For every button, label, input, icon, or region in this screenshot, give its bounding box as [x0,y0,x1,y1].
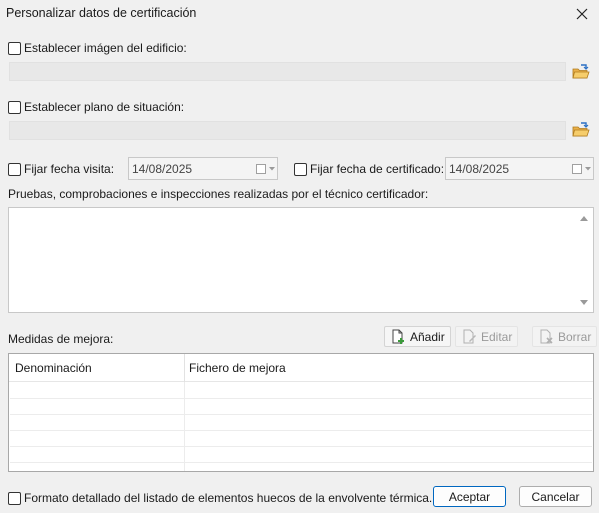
close-icon [576,8,588,19]
tests-label: Pruebas, comprobaciones e inspecciones r… [8,187,429,201]
column-header-name[interactable]: Denominación [15,361,92,375]
column-header-file[interactable]: Fichero de mejora [189,361,286,375]
building-image-label: Establecer imágen del edificio: [24,41,187,55]
scroll-up-icon[interactable] [579,214,589,222]
dialog: Personalizar datos de certificación Esta… [0,0,599,513]
visit-date-value: 14/08/2025 [132,161,193,176]
site-plan-option[interactable]: Establecer plano de situación: [8,100,184,114]
folder-open-icon [572,122,590,137]
add-button[interactable]: Añadir [384,326,451,347]
calendar-dropdown-icon[interactable] [255,158,277,179]
site-plan-path-field [9,121,566,140]
building-image-browse-button[interactable] [570,62,592,82]
accept-button[interactable]: Aceptar [433,486,506,507]
table-row [10,398,592,399]
add-button-label: Añadir [410,329,445,344]
close-button[interactable] [565,0,599,27]
site-plan-browse-button[interactable] [570,120,592,140]
delete-button-label: Borrar [558,329,592,344]
visit-date-picker[interactable]: 14/08/2025 [128,157,278,180]
column-divider [184,354,185,382]
improvements-table[interactable]: Denominación Fichero de mejora [8,353,594,472]
cancel-button[interactable]: Cancelar [519,486,592,507]
scroll-down-icon[interactable] [579,299,589,307]
add-document-icon [392,329,404,344]
visit-date-checkbox[interactable] [8,162,21,176]
table-row [10,430,592,431]
visit-date-option[interactable]: Fijar fecha visita: [8,162,114,176]
cert-date-label: Fijar fecha de certificado: [310,162,445,176]
window-title: Personalizar datos de certificación [6,6,197,20]
edit-document-icon [463,329,476,343]
table-row [10,446,592,447]
table-row [10,414,592,415]
cert-date-option[interactable]: Fijar fecha de certificado: [294,162,444,176]
column-divider [184,382,185,471]
cert-date-picker[interactable]: 14/08/2025 [445,157,594,180]
site-plan-label: Establecer plano de situación: [24,100,185,114]
delete-document-icon [540,329,553,344]
site-plan-checkbox[interactable] [8,100,21,114]
folder-open-icon [572,64,590,79]
table-row [10,462,592,463]
tests-scrollbar[interactable] [576,208,593,312]
visit-date-label: Fijar fecha visita: [24,162,115,176]
title-bar: Personalizar datos de certificación [0,0,599,27]
building-image-checkbox[interactable] [8,41,21,55]
edit-button-label: Editar [481,329,513,344]
building-image-path-field [9,62,566,81]
building-image-option[interactable]: Establecer imágen del edificio: [8,41,187,55]
cert-date-value: 14/08/2025 [449,161,510,176]
detailed-format-label: Formato detallado del listado de element… [24,491,433,505]
cert-date-checkbox[interactable] [294,162,307,176]
tests-textarea[interactable] [8,207,594,313]
edit-button[interactable]: Editar [455,326,519,347]
calendar-dropdown-icon[interactable] [571,158,593,179]
improvements-label: Medidas de mejora: [8,332,114,346]
detailed-format-option[interactable]: Formato detallado del listado de element… [8,491,432,505]
detailed-format-checkbox[interactable] [8,491,21,505]
delete-button[interactable]: Borrar [532,326,598,347]
table-header: Denominación Fichero de mejora [9,354,593,382]
